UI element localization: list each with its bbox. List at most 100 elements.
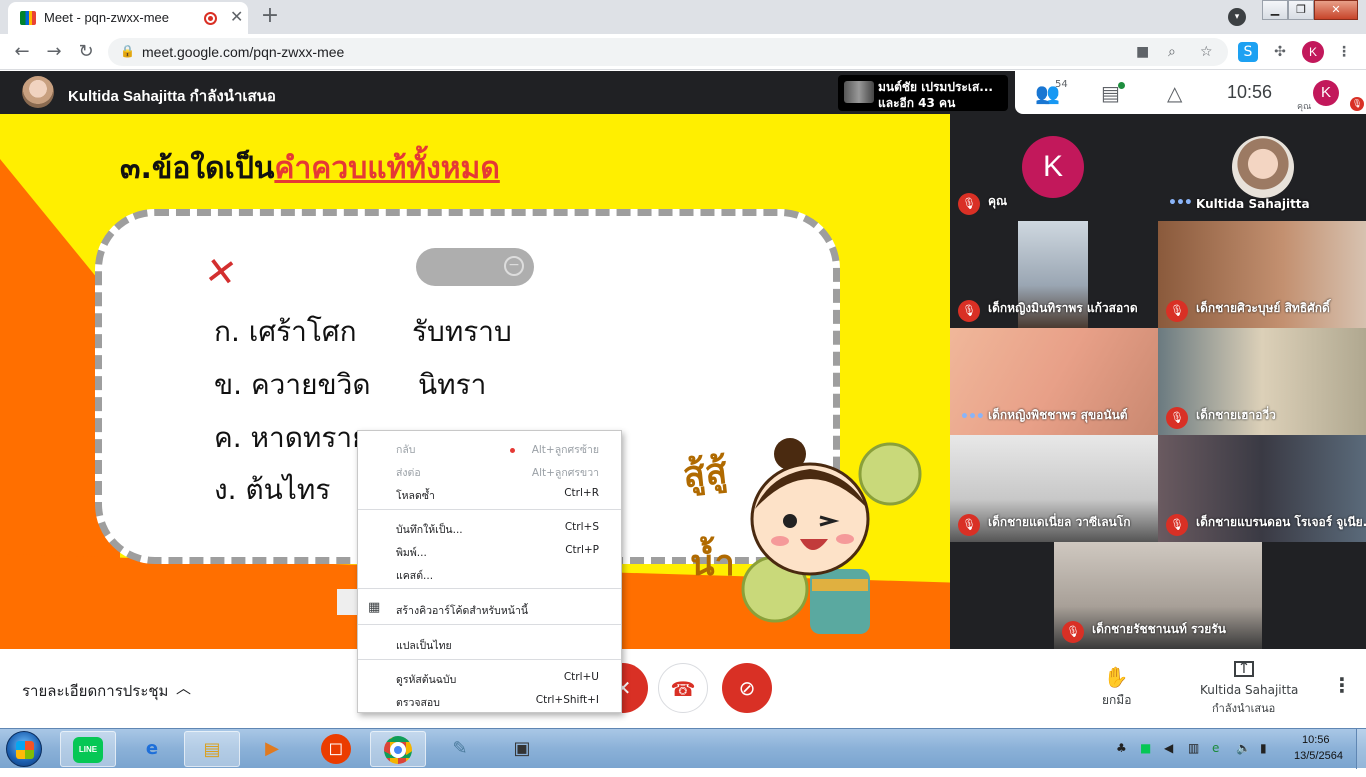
menu-separator <box>358 659 621 660</box>
meet-favicon-icon <box>20 11 36 25</box>
presenter-avatar <box>22 76 54 108</box>
speaking-indicator-icon: ••• <box>1168 195 1193 211</box>
participant-name: เด็กชายเฮาอวี่ว <box>1196 408 1276 422</box>
end-call-button[interactable]: ☎ <box>658 663 708 713</box>
lock-icon: 🔒 <box>120 44 135 58</box>
annotation-pill[interactable]: − <box>416 248 534 286</box>
bookmark-star-icon[interactable]: ☆ <box>1200 44 1213 60</box>
taskbar-date[interactable]: 13/5/2564 <box>1294 750 1343 762</box>
self-avatar[interactable]: K <box>1313 80 1339 106</box>
zoom-icon[interactable]: ⌕ <box>1168 44 1176 60</box>
browser-tab[interactable]: Meet - pqn-zwxx-mee ✕ <box>8 2 248 34</box>
forward-icon[interactable]: → <box>42 40 66 64</box>
back-icon[interactable]: ← <box>10 40 34 64</box>
menu-item-qr-code[interactable]: สร้างคิวอาร์โค้ดสำหรับหน้านี้ <box>396 602 528 619</box>
new-tab-button[interactable]: + <box>256 4 284 30</box>
raise-hand-icon[interactable]: ✋ <box>1100 665 1132 689</box>
skype-extension-icon[interactable]: S <box>1238 42 1258 62</box>
browser-toolbar: ← → ↻ 🔒 meet.google.com/pqn-zwxx-mee ■ ⌕… <box>0 34 1366 70</box>
tray-battery-icon[interactable]: ▮ <box>1260 741 1267 755</box>
chrome-icon[interactable] <box>370 731 426 767</box>
participant-tile[interactable]: 🎙 เด็กชายศิวะบุษย์ สิทธิศักดิ์ <box>1158 221 1366 328</box>
laser-pointer-dot <box>510 448 515 453</box>
start-button[interactable] <box>6 731 42 767</box>
camera-indicator-icon[interactable]: ■ <box>1136 44 1149 60</box>
menu-separator <box>358 624 621 625</box>
url-text: meet.google.com/pqn-zwxx-mee <box>142 44 345 60</box>
meeting-clock: 10:56 <box>1227 82 1273 102</box>
mic-off-icon: 🎙 <box>958 300 980 322</box>
meet-header-controls: 👥 54 ▤ △ 10:56 K คุณ 🎙 <box>1015 71 1366 114</box>
question-prefix: ๓.ข้อใดเป็น <box>120 151 275 186</box>
minimize-button[interactable]: ▁ <box>1262 0 1288 20</box>
show-desktop-button[interactable] <box>1356 729 1366 769</box>
menu-item-save-as[interactable]: บันทึกให้เป็น... <box>396 521 463 538</box>
raise-hand-label[interactable]: ยกมือ <box>1102 691 1131 710</box>
activities-icon[interactable]: △ <box>1167 81 1182 105</box>
tab-title: Meet - pqn-zwxx-mee <box>44 10 169 25</box>
participant-tile[interactable]: 🎙 เด็กชายแดเนี่ยล วาซีเลนโก <box>950 435 1158 542</box>
participant-tile[interactable]: K 🎙 คุณ <box>950 114 1158 221</box>
participant-tile[interactable]: 🎙 เด็กชายรัชชานนท์ รวยรัน <box>1054 542 1262 649</box>
office-icon[interactable]: ◻ <box>308 731 364 767</box>
participant-name: คุณ <box>988 194 1008 208</box>
option-c-left: ค. หาดทราย <box>214 421 369 454</box>
profile-avatar[interactable]: K <box>1302 41 1324 63</box>
tab-close-icon[interactable]: ✕ <box>230 7 243 26</box>
tray-app-icon[interactable]: ♣ <box>1116 741 1127 755</box>
menu-item-print[interactable]: พิมพ์... <box>396 544 427 561</box>
mic-off-icon: 🎙 <box>1166 407 1188 429</box>
menu-item-translate[interactable]: แปลเป็นไทย <box>396 637 452 654</box>
menu-item-view-source[interactable]: ดูรหัสต้นฉบับ <box>396 671 456 688</box>
meeting-details-button[interactable]: รายละเอียดการประชุม <box>22 679 168 703</box>
other-participants-preview[interactable]: มนต์ชัย เปรมประเส... และอีก 43 คน <box>838 75 1008 111</box>
participant-name: เด็กหญิงมินทิราพร แก้วสอาด <box>988 301 1138 315</box>
browser-tab-strip: Meet - pqn-zwxx-mee ✕ + ▾ ▁ ❐ ✕ <box>0 0 1366 34</box>
address-bar[interactable]: 🔒 meet.google.com/pqn-zwxx-mee ■ ⌕ ☆ <box>108 38 1228 66</box>
menu-shortcut: Ctrl+U <box>563 671 599 683</box>
question-title: ๓.ข้อใดเป็นคำควบแท้ทั้งหมด <box>120 145 500 192</box>
option-b-right: นิทรา <box>418 368 487 401</box>
participant-thumbnails <box>844 81 874 103</box>
internet-explorer-icon[interactable]: e <box>124 731 180 767</box>
tray-line-icon[interactable]: ■ <box>1140 741 1151 755</box>
menu-item-back[interactable]: กลับ <box>396 441 415 458</box>
mic-off-icon: 🎙 <box>1166 300 1188 322</box>
chevron-up-icon[interactable]: ︿ <box>176 677 191 698</box>
taskbar-time[interactable]: 10:56 <box>1302 734 1330 746</box>
file-explorer-icon[interactable]: ▤ <box>184 731 240 767</box>
taskbar-line[interactable]: LINE <box>60 731 116 767</box>
participant-tile[interactable]: 🎙 เด็กชายเฮาอวี่ว <box>1158 328 1366 435</box>
tray-speaker-icon[interactable]: ◀ <box>1164 741 1173 755</box>
window-close-button[interactable]: ✕ <box>1314 0 1358 20</box>
document-icon[interactable]: ▣ <box>494 731 550 767</box>
participant-tile[interactable]: ••• เด็กหญิงพิชชาพร สุขอนันต์ <box>950 328 1158 435</box>
participant-tile[interactable]: 🎙 เด็กชายแบรนดอน โรเจอร์ จูเนีย... <box>1158 435 1366 542</box>
option-d-left: ง. ต้นไทร <box>214 473 331 506</box>
notes-app-icon[interactable]: ✎ <box>432 731 488 767</box>
speaking-indicator-icon: ••• <box>960 409 985 425</box>
participant-tile[interactable]: ••• Kultida Sahajitta <box>1158 114 1366 221</box>
menu-separator <box>358 588 621 589</box>
present-icon[interactable]: ↑ <box>1234 660 1254 677</box>
menu-shortcut: Ctrl+S <box>564 521 599 533</box>
menu-item-cast[interactable]: แคสต์... <box>396 567 433 584</box>
tray-edge-icon[interactable]: e <box>1212 741 1219 755</box>
tab-search-icon[interactable]: ▾ <box>1228 8 1246 26</box>
presenter-name[interactable]: Kultida Sahajitta <box>1200 683 1298 697</box>
media-player-icon[interactable]: ▶ <box>244 731 300 767</box>
self-label: คุณ <box>1297 102 1312 112</box>
browser-menu-icon[interactable]: ⋮ <box>1334 42 1354 62</box>
participant-tile[interactable]: 🎙 เด็กหญิงมินทิราพร แก้วสอาด <box>950 221 1158 328</box>
remove-icon[interactable]: − <box>504 256 524 276</box>
more-options-icon[interactable]: ⋮ <box>1332 673 1352 697</box>
extensions-puzzle-icon[interactable]: ✣ <box>1270 42 1290 62</box>
tray-network-icon[interactable]: ▥ <box>1188 741 1199 755</box>
camera-toggle-button[interactable]: ⊘ <box>722 663 772 713</box>
menu-item-forward[interactable]: ส่งต่อ <box>396 464 421 481</box>
reload-icon[interactable]: ↻ <box>74 40 98 64</box>
menu-item-reload[interactable]: โหลดซ้ำ <box>396 487 435 504</box>
tray-volume-icon[interactable]: 🔈 <box>1236 741 1251 755</box>
menu-item-inspect[interactable]: ตรวจสอบ <box>396 694 440 711</box>
maximize-button[interactable]: ❐ <box>1288 0 1314 20</box>
